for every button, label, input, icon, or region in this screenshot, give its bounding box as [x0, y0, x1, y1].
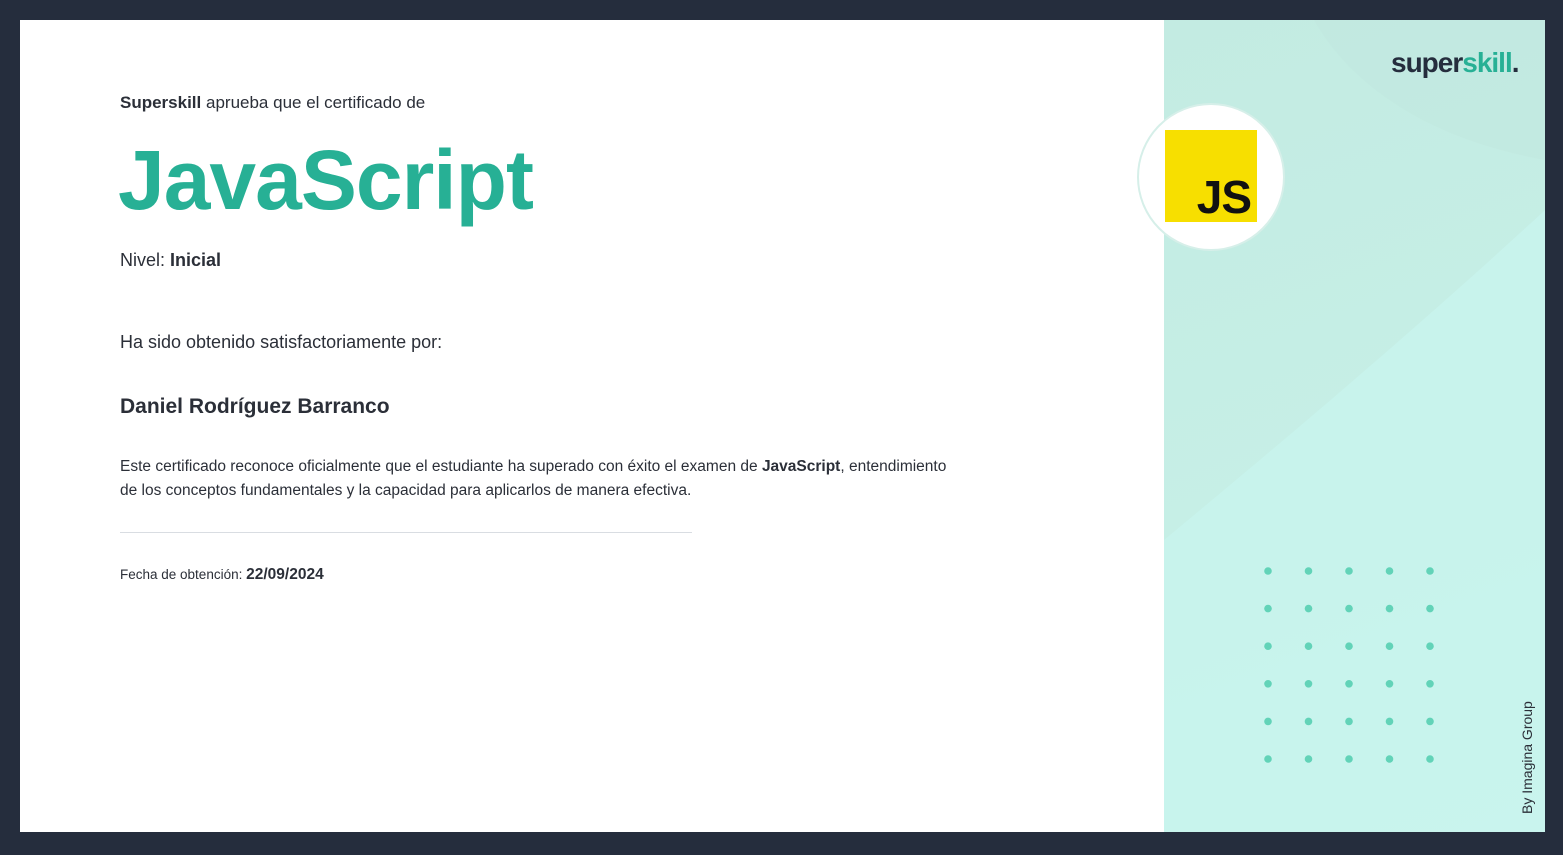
decorative-dot — [1385, 717, 1394, 726]
course-title: JavaScript — [118, 133, 534, 227]
javascript-logo-text: JS — [1196, 171, 1252, 223]
certificate-main: Superskill aprueba que el certificado de… — [20, 20, 1164, 832]
decorative-dot — [1385, 642, 1394, 650]
decorative-dot — [1345, 642, 1353, 650]
javascript-logo-icon: JS — [1165, 130, 1257, 222]
brand-dot: . — [1511, 47, 1520, 78]
obtained-by-text: Ha sido obtenido satisfactoriamente por: — [120, 332, 443, 352]
level-line: Nivel: Inicial — [120, 250, 221, 271]
student-name: Daniel Rodríguez Barranco — [120, 395, 390, 418]
decorative-dot — [1264, 717, 1272, 726]
brand-part-skill: skill — [1462, 47, 1512, 78]
date-value: 22/09/2024 — [246, 566, 324, 583]
issuer-line: Superskill aprueba que el certificado de — [120, 93, 425, 113]
decorative-dot — [1304, 642, 1313, 650]
decorative-dot — [1304, 680, 1313, 688]
certificate-description: Este certificado reconoce oficialmente q… — [120, 455, 960, 503]
decorative-dot — [1264, 680, 1272, 688]
certificate: Superskill aprueba que el certificado de… — [20, 20, 1545, 832]
decorative-dot — [1426, 717, 1434, 726]
description-prefix: Este certificado reconoce oficialmente q… — [120, 458, 758, 475]
decorative-dot — [1264, 642, 1272, 650]
decorative-dot — [1426, 604, 1434, 613]
level-label: Nivel: — [120, 250, 166, 270]
decorative-dot — [1426, 567, 1434, 575]
issuer-phrase: aprueba que el certificado de — [206, 93, 426, 112]
decorative-dot — [1345, 680, 1353, 688]
date-line: Fecha de obtención: 22/09/2024 — [120, 566, 324, 584]
description-course: JavaScript — [761, 458, 841, 475]
vertical-credit: By Imagina Group — [1519, 701, 1535, 814]
decorative-dot — [1304, 717, 1313, 726]
decorative-dot — [1264, 604, 1272, 613]
decorative-dot — [1264, 755, 1272, 763]
decorative-dot — [1345, 717, 1353, 726]
decorative-dot — [1426, 680, 1434, 688]
decorative-dot — [1345, 604, 1353, 613]
divider — [120, 532, 692, 533]
decorative-dot — [1385, 604, 1394, 613]
decorative-dot — [1426, 755, 1434, 763]
decorative-dot — [1264, 567, 1272, 575]
decorative-dot — [1304, 755, 1313, 763]
decorative-dot — [1304, 567, 1313, 575]
decorative-dot — [1385, 680, 1394, 688]
issuer-name: Superskill — [120, 93, 202, 112]
decorative-dot — [1385, 755, 1394, 763]
superskill-logo: superskill. — [1391, 47, 1519, 79]
decorative-dot — [1345, 755, 1353, 763]
decorative-dot — [1345, 567, 1353, 575]
decorative-dot — [1385, 567, 1394, 575]
decorative-dot-grid — [1264, 567, 1434, 763]
decorative-dot — [1426, 642, 1434, 650]
decorative-dot — [1304, 604, 1313, 613]
level-value: Inicial — [170, 250, 222, 270]
date-label: Fecha de obtención: — [120, 567, 243, 582]
brand-part-super: super — [1391, 47, 1463, 78]
